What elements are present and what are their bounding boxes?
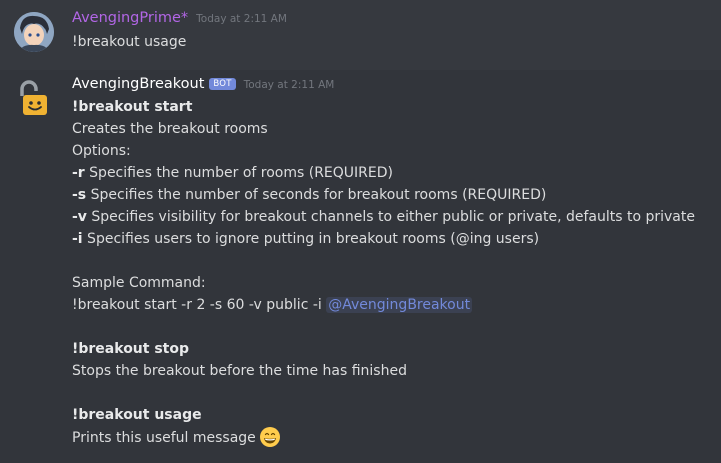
command-heading: !breakout usage [72,407,202,423]
command-description: Stops the breakout before the time has f… [72,363,407,379]
option-flag: -v [72,209,87,225]
message-group: AvengingPrime* Today at 2:11 AM !breakou… [0,0,721,66]
option-text: Specifies users to ignore putting in bre… [82,231,540,247]
username[interactable]: AvengingPrime* [72,10,188,26]
message-content: !breakout start Creates the breakout roo… [72,96,713,448]
option-text: Specifies visibility for breakout channe… [86,209,695,225]
option-line: -v Specifies visibility for breakout cha… [72,206,713,228]
username[interactable]: AvengingBreakout [72,76,204,92]
sample-command: !breakout start -r 2 -s 60 -v public -i [72,297,327,313]
message-text: !breakout usage [72,34,187,50]
command-description-line: Prints this useful message [72,426,713,448]
command-heading: !breakout stop [72,341,190,357]
command-heading: !breakout start [72,99,193,115]
option-text: Specifies the number of rooms (REQUIRED) [84,165,393,181]
unlocked-padlock-icon [20,80,47,115]
timestamp[interactable]: Today at 2:11 AM [196,13,287,25]
option-line: -r Specifies the number of rooms (REQUIR… [72,162,713,184]
message-content: !breakout usage [72,31,713,53]
options-label: Options: [72,143,131,159]
avatar[interactable] [14,12,54,52]
bot-tag: BOT [209,78,236,90]
grinning-face-emoji[interactable] [259,426,281,448]
timestamp[interactable]: Today at 2:11 AM [244,79,335,91]
option-flag: -i [72,231,83,247]
message-header: AvengingPrime* Today at 2:11 AM [72,10,287,26]
option-line: -s Specifies the number of seconds for b… [72,184,713,206]
user-mention[interactable]: @AvengingBreakout [326,297,473,313]
option-flag: -s [72,187,87,203]
command-description: Prints this useful message [72,430,256,446]
sample-command-line: !breakout start -r 2 -s 60 -v public -i … [72,294,713,316]
command-description: Creates the breakout rooms [72,121,268,137]
message-header: AvengingBreakout BOT Today at 2:11 AM [72,76,334,92]
avatar[interactable] [14,78,54,118]
option-flag: -r [72,165,85,181]
option-line: -i Specifies users to ignore putting in … [72,228,713,250]
chat-message-list: AvengingPrime* Today at 2:11 AM !breakou… [0,0,721,463]
option-text: Specifies the number of seconds for brea… [86,187,547,203]
message-group: AvengingBreakout BOT Today at 2:11 AM !b… [0,70,721,463]
sample-label: Sample Command: [72,275,206,291]
